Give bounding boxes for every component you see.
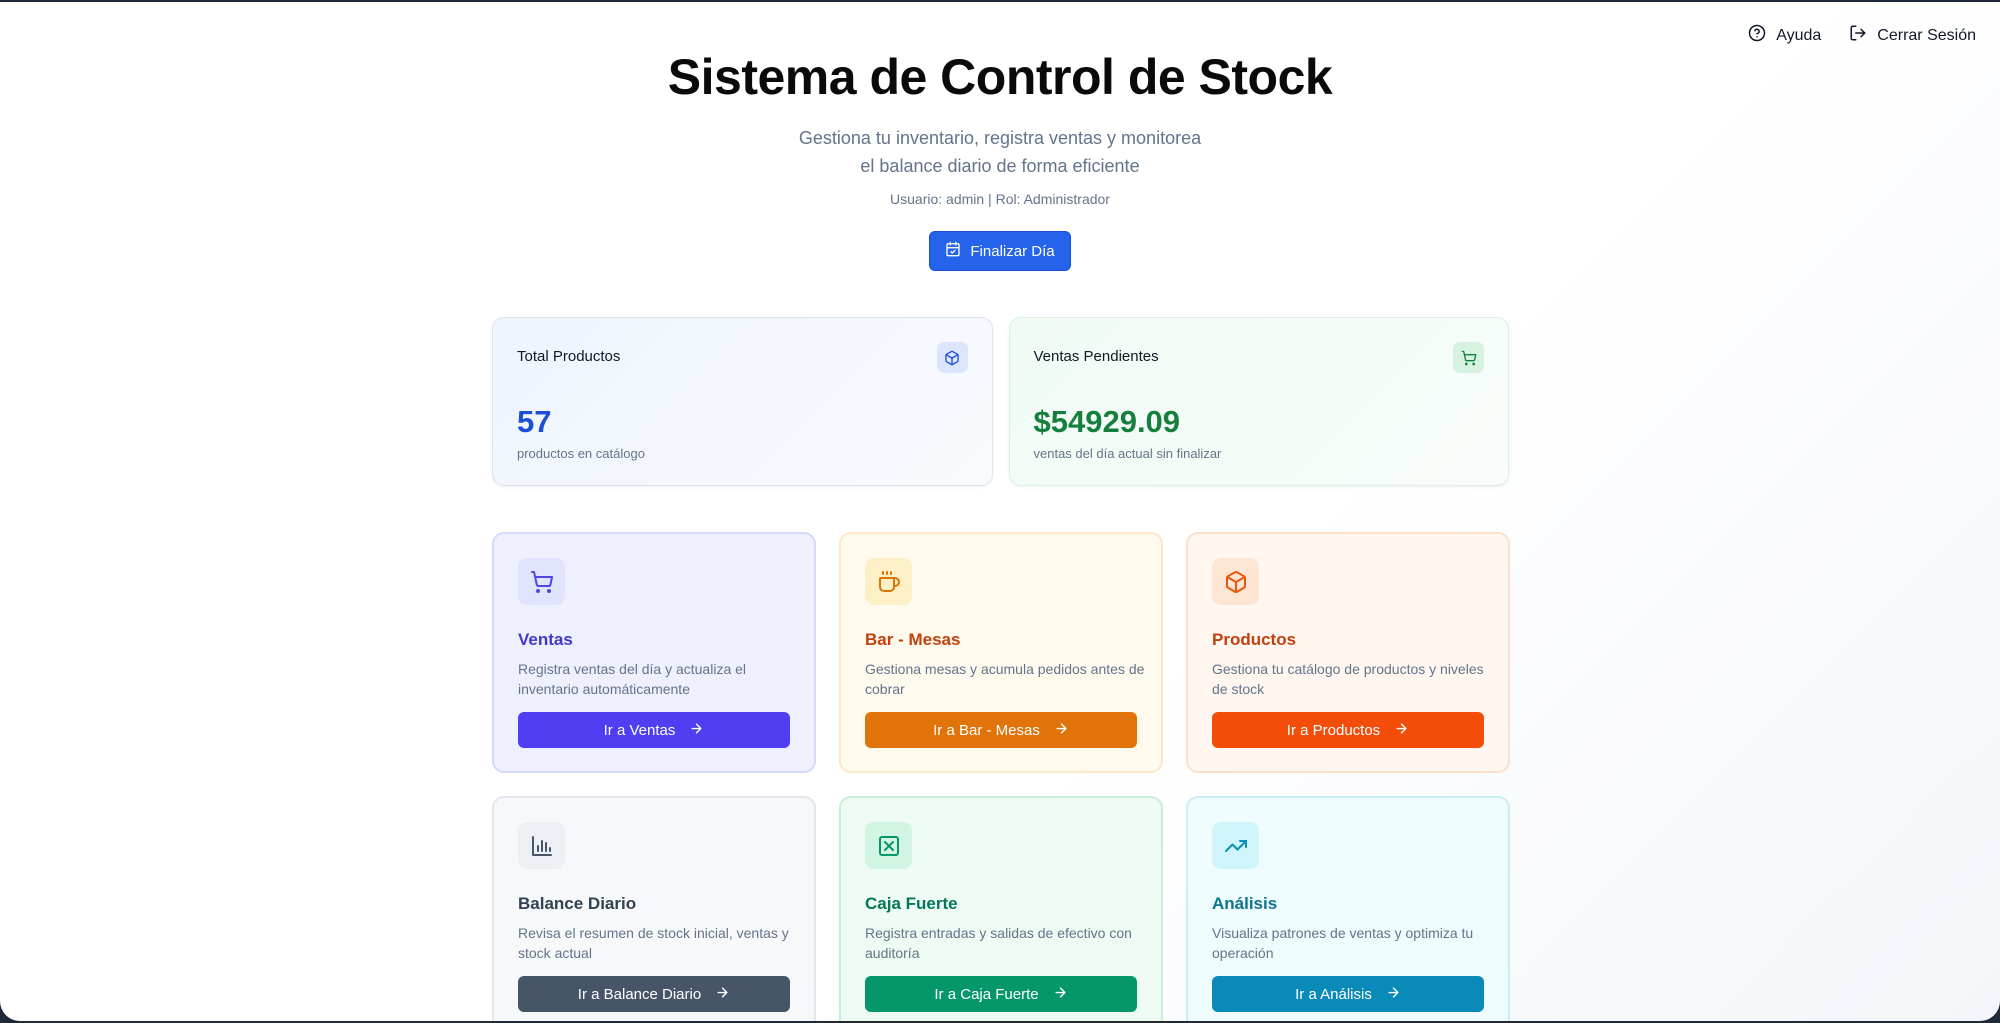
module-title: Productos bbox=[1212, 630, 1297, 649]
finish-day-label: Finalizar Día bbox=[970, 242, 1055, 260]
arrow-right-icon bbox=[715, 985, 730, 1004]
modules-grid: Ventas Registra ventas del día y actuali… bbox=[492, 532, 1510, 1021]
stat-value: 57 bbox=[517, 404, 552, 439]
button-label: Ir a Caja Fuerte bbox=[934, 985, 1039, 1003]
go-to-ventas-button[interactable]: Ir a Ventas bbox=[518, 712, 790, 748]
cart-icon bbox=[1453, 342, 1484, 373]
stat-card-pending-sales: Ventas Pendientes $54929.09 ventas del d… bbox=[1008, 317, 1509, 486]
module-card-ventas: Ventas Registra ventas del día y actuali… bbox=[492, 532, 816, 773]
stat-card-total-products: Total Productos 57 productos en catálogo bbox=[492, 317, 993, 486]
page-subtitle: Gestiona tu inventario, registra ventas … bbox=[798, 128, 1202, 176]
module-card-analisis: Análisis Visualiza patrones de ventas y … bbox=[1186, 796, 1510, 1021]
stat-subtext: ventas del día actual sin finalizar bbox=[1033, 446, 1222, 461]
arrow-right-icon bbox=[1386, 985, 1401, 1004]
module-card-bar-mesas: Bar - Mesas Gestiona mesas y acumula ped… bbox=[839, 532, 1163, 773]
button-label: Ir a Productos bbox=[1286, 721, 1381, 739]
coffee-icon bbox=[865, 558, 912, 605]
go-to-bar-mesas-button[interactable]: Ir a Bar - Mesas bbox=[865, 712, 1137, 748]
module-title: Balance Diario bbox=[518, 894, 637, 913]
bar-chart-icon bbox=[518, 822, 565, 869]
module-description: Visualiza patrones de ventas y optimiza … bbox=[1212, 925, 1474, 961]
button-label: Ir a Análisis bbox=[1295, 985, 1372, 1003]
go-to-analisis-button[interactable]: Ir a Análisis bbox=[1212, 976, 1484, 1012]
cart-icon bbox=[518, 558, 565, 605]
go-to-balance-diario-button[interactable]: Ir a Balance Diario bbox=[518, 976, 790, 1012]
user-info: Usuario: admin | Rol: Administrador bbox=[890, 191, 1110, 207]
page-title: Sistema de Control de Stock bbox=[667, 49, 1333, 105]
go-to-productos-button[interactable]: Ir a Productos bbox=[1212, 712, 1484, 748]
button-label: Ir a Ventas bbox=[603, 721, 676, 739]
arrow-right-icon bbox=[1394, 721, 1409, 740]
module-title: Bar - Mesas bbox=[865, 630, 961, 649]
package-icon bbox=[1212, 558, 1259, 605]
module-description: Registra entradas y salidas de efectivo … bbox=[865, 925, 1132, 961]
module-title: Caja Fuerte bbox=[865, 894, 958, 913]
module-card-productos: Productos Gestiona tu catálogo de produc… bbox=[1186, 532, 1510, 773]
package-icon bbox=[936, 342, 968, 373]
go-to-caja-fuerte-button[interactable]: Ir a Caja Fuerte bbox=[865, 976, 1137, 1012]
stats-row: Total Productos 57 productos en catálogo… bbox=[492, 317, 1509, 486]
arrow-right-icon bbox=[1054, 721, 1069, 740]
finish-day-button[interactable]: Finalizar Día bbox=[929, 231, 1071, 271]
safe-icon bbox=[865, 822, 912, 869]
module-card-balance-diario: Balance Diario Revisa el resumen de stoc… bbox=[492, 796, 816, 1021]
module-card-caja-fuerte: Caja Fuerte Registra entradas y salidas … bbox=[839, 796, 1163, 1021]
stat-label: Ventas Pendientes bbox=[1033, 348, 1159, 365]
trending-up-icon bbox=[1212, 822, 1259, 869]
stat-value: $54929.09 bbox=[1033, 404, 1181, 439]
stat-label: Total Productos bbox=[517, 348, 621, 365]
module-description: Gestiona tu catálogo de productos y nive… bbox=[1212, 661, 1484, 697]
module-title: Análisis bbox=[1212, 894, 1278, 913]
arrow-right-icon bbox=[689, 721, 704, 740]
arrow-right-icon bbox=[1053, 985, 1068, 1004]
module-description: Registra ventas del día y actualiza el i… bbox=[518, 661, 747, 697]
calendar-icon bbox=[945, 241, 961, 261]
button-label: Ir a Bar - Mesas bbox=[933, 721, 1040, 739]
app-screen: Ayuda Cerrar Sesión Sistema de Control d… bbox=[0, 2, 2000, 1021]
stat-subtext: productos en catálogo bbox=[517, 446, 645, 461]
module-description: Gestiona mesas y acumula pedidos antes d… bbox=[865, 661, 1145, 697]
module-description: Revisa el resumen de stock inicial, vent… bbox=[518, 925, 789, 961]
hero-section: Sistema de Control de Stock Gestiona tu … bbox=[0, 2, 2000, 271]
button-label: Ir a Balance Diario bbox=[577, 985, 702, 1003]
module-title: Ventas bbox=[518, 630, 573, 649]
